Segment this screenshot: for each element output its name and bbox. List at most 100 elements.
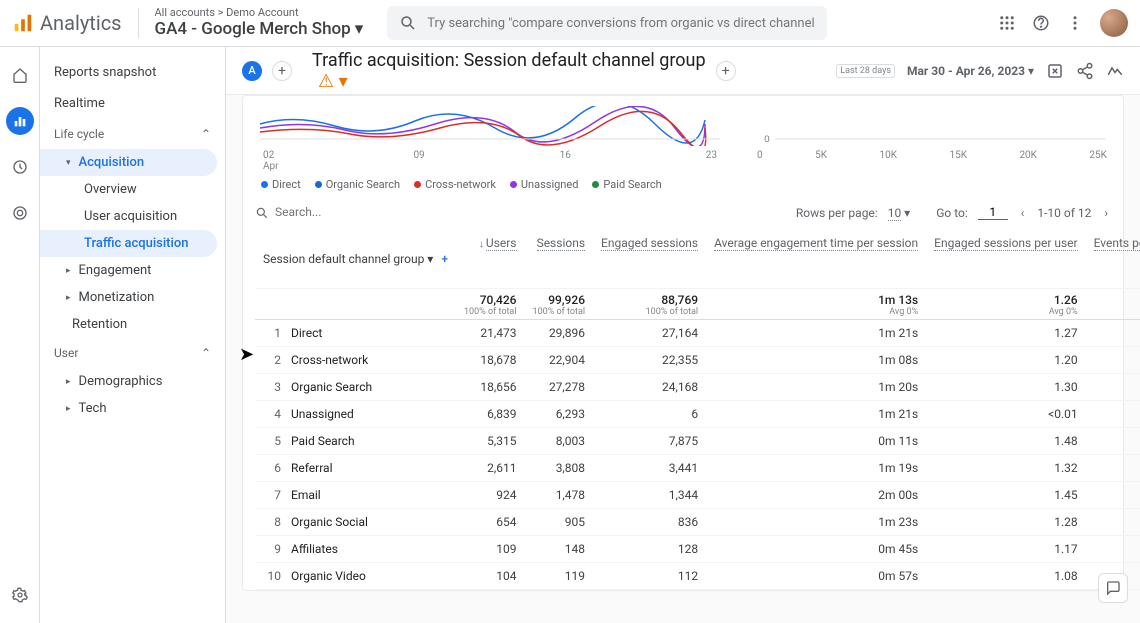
global-search[interactable]	[387, 6, 827, 40]
x-tick: 20K	[1019, 150, 1037, 161]
col-avg-engagement[interactable]: Average engagement time per session	[706, 230, 926, 288]
col-users[interactable]: ↓Users	[456, 230, 525, 288]
x-tick: 16	[560, 150, 571, 172]
x-tick: 10K	[879, 150, 897, 161]
goto-input[interactable]	[978, 205, 1008, 220]
col-sessions[interactable]: Sessions	[525, 230, 594, 288]
table-row[interactable]: 7Email9241,4781,3442m 00s1.4536.71	[255, 481, 1140, 508]
legend-item[interactable]: Paid Search	[592, 178, 661, 191]
table-row[interactable]: 8Organic Social6549058361m 23s1.2820.90	[255, 508, 1140, 535]
caret-icon: ▾	[66, 158, 71, 168]
rail-reports[interactable]	[6, 107, 34, 135]
sidebar-monetization[interactable]: ▸Monetization	[40, 284, 217, 311]
caret-icon: ▸	[66, 377, 71, 387]
add-filter-button[interactable]: +	[716, 61, 736, 81]
table-header-row: Session default channel group ▾ + ↓Users…	[255, 230, 1140, 288]
add-comparison-button[interactable]: +	[272, 61, 292, 81]
chart-legend: Direct Organic Search Cross-network Unassig…	[261, 178, 1111, 191]
x-tick: 23	[706, 150, 717, 172]
breadcrumb: All accounts > Demo Account	[155, 6, 364, 19]
x-tick: 0	[757, 150, 763, 161]
search-icon	[399, 14, 417, 32]
analytics-logo[interactable]: Analytics	[12, 11, 122, 35]
collapse-icon: ⌃	[201, 346, 211, 360]
page-title: Traffic acquisition: Session default cha…	[312, 50, 706, 92]
user-avatar[interactable]	[1100, 9, 1128, 37]
legend-item[interactable]: Direct	[261, 178, 301, 191]
help-icon[interactable]	[1032, 14, 1050, 32]
rows-per-page-label: Rows per page:	[796, 206, 878, 220]
svg-text:0: 0	[764, 134, 770, 144]
table-row[interactable]: 6Referral2,6113,8083,4411m 19s1.3234.28	[255, 454, 1140, 481]
x-tick: 09	[413, 150, 424, 172]
caret-icon: ▸	[66, 266, 71, 276]
legend-item[interactable]: Organic Search	[315, 178, 400, 191]
date-range-picker[interactable]: Mar 30 - Apr 26, 2023 ▾	[907, 64, 1034, 78]
sidebar-reports-snapshot[interactable]: Reports snapshot	[40, 57, 225, 88]
sidebar-traffic-acquisition[interactable]: Traffic acquisition	[40, 230, 217, 257]
sidebar-section-lifecycle[interactable]: Life cycle⌃	[40, 119, 225, 149]
table-controls: Rows per page: 10 ▾ Go to: ‹ 1-10 of 12 …	[255, 195, 1111, 230]
legend-item[interactable]: Unassigned	[510, 178, 579, 191]
apps-icon[interactable]	[998, 14, 1016, 32]
sidebar-retention[interactable]: Retention	[40, 311, 217, 338]
chart-row: 02 Apr 09 16 23 0 0 5K	[255, 106, 1111, 172]
dimension-picker[interactable]: Session default channel group ▾	[263, 252, 433, 266]
rail-explore[interactable]	[6, 153, 34, 181]
sidebar-user-acquisition[interactable]: User acquisition	[40, 203, 217, 230]
table-row[interactable]: 4Unassigned6,8396,29361m 21s<0.0131.15	[255, 400, 1140, 427]
rail-advertising[interactable]	[6, 199, 34, 227]
analytics-logo-icon	[12, 12, 34, 34]
page-range: 1-10 of 12	[1037, 206, 1091, 220]
divider	[138, 8, 139, 38]
add-dimension-button[interactable]: +	[441, 252, 448, 266]
search-input[interactable]	[427, 16, 815, 31]
line-chart[interactable]: 02 Apr 09 16 23	[255, 106, 725, 172]
sidebar-acquisition[interactable]: ▾Acquisition	[40, 149, 217, 176]
legend-item[interactable]: Cross-network	[414, 178, 496, 191]
insights-icon[interactable]	[1106, 62, 1124, 80]
account-name: GA4 - Google Merch Shop	[155, 19, 351, 39]
table-row[interactable]: 2Cross-network18,67822,90422,3551m 08s1.…	[255, 346, 1140, 373]
account-picker[interactable]: All accounts > Demo Account GA4 - Google…	[155, 6, 364, 40]
bar-chart[interactable]: 0 0 5K 10K 15K 20K 25K	[753, 106, 1111, 172]
col-engaged-sessions[interactable]: Engaged sessions	[593, 230, 706, 288]
product-name: Analytics	[40, 11, 122, 35]
table-row[interactable]: 5Paid Search5,3158,0037,8750m 11s1.485.4…	[255, 427, 1140, 454]
next-page-button[interactable]: ›	[1101, 206, 1111, 220]
feedback-button[interactable]	[1098, 573, 1128, 603]
more-icon[interactable]	[1066, 14, 1084, 32]
sidebar-section-user[interactable]: User⌃	[40, 338, 225, 368]
table-search-input[interactable]	[275, 205, 435, 220]
date-preset-label: Last 28 days	[836, 64, 895, 78]
collapse-icon: ⌃	[201, 127, 211, 141]
page-header: A + Traffic acquisition: Session default…	[226, 47, 1140, 95]
col-events-per-session[interactable]: Events per session	[1086, 230, 1140, 288]
warning-icon[interactable]: ⚠ ▾	[318, 71, 706, 92]
x-tick: 15K	[949, 150, 967, 161]
sidebar-realtime[interactable]: Realtime	[40, 88, 225, 119]
dropdown-icon: ▾	[355, 19, 364, 39]
sidebar-demographics[interactable]: ▸Demographics	[40, 368, 217, 395]
data-table: Session default channel group ▾ + ↓Users…	[255, 230, 1140, 590]
sidebar-tech[interactable]: ▸Tech	[40, 395, 217, 422]
all-users-chip[interactable]: A	[242, 61, 262, 81]
rows-per-page-select[interactable]: 10 ▾	[888, 206, 911, 220]
sidebar-engagement[interactable]: ▸Engagement	[40, 257, 217, 284]
table-row[interactable]: 9Affiliates1091481280m 45s1.1715.53	[255, 535, 1140, 562]
top-bar: Analytics All accounts > Demo Account GA…	[0, 0, 1140, 47]
prev-page-button[interactable]: ‹	[1018, 206, 1028, 220]
report-card: 02 Apr 09 16 23 0 0 5K	[242, 95, 1124, 591]
customize-icon[interactable]	[1046, 62, 1064, 80]
main-area: A + Traffic acquisition: Session default…	[226, 47, 1140, 623]
sidebar-overview[interactable]: Overview	[40, 176, 217, 203]
share-icon[interactable]	[1076, 62, 1094, 80]
table-row[interactable]: 10Organic Video1041191120m 57s1.0818.92	[255, 562, 1140, 589]
x-tick: 25K	[1089, 150, 1107, 161]
rail-home[interactable]	[6, 61, 34, 89]
rail-admin[interactable]	[6, 581, 34, 609]
table-row[interactable]: 3Organic Search18,65627,27824,1681m 20s1…	[255, 373, 1140, 400]
table-row[interactable]: 1Direct21,47329,89627,1641m 21s1.2724.35	[255, 319, 1140, 346]
nav-rail	[0, 47, 40, 623]
col-engaged-per-user[interactable]: Engaged sessions per user	[926, 230, 1085, 288]
